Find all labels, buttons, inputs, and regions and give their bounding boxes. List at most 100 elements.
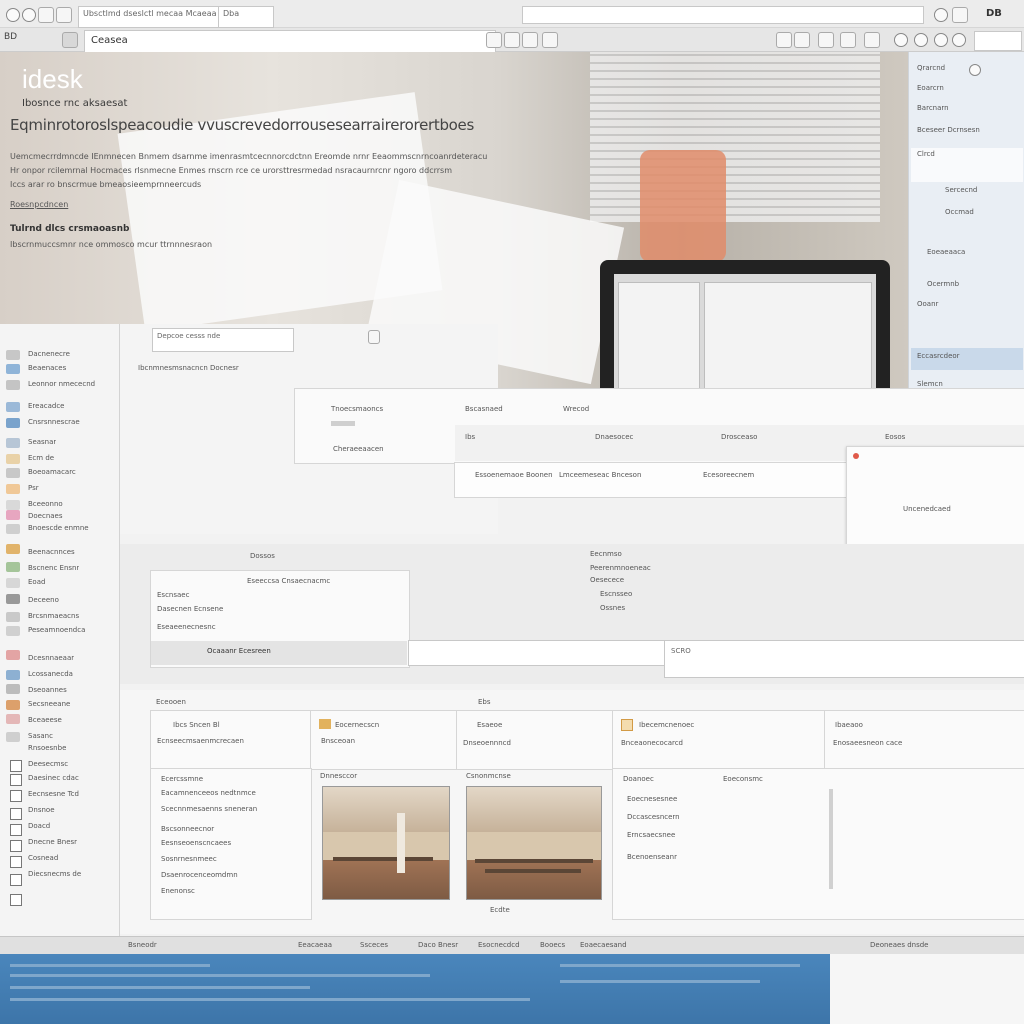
right-item[interactable]: Ooanr (917, 300, 938, 308)
star-icon[interactable] (818, 32, 834, 48)
form-field[interactable]: Eseeccsa Cnsaecnacmc (247, 577, 330, 585)
sidebar-item[interactable]: Secsneeane (28, 700, 70, 710)
print-icon[interactable] (542, 32, 558, 48)
list-item[interactable]: Eesnseoenscncaees (161, 839, 231, 847)
sidebar-item[interactable]: Deceeno (28, 596, 59, 606)
details-item[interactable]: Eoeconsmc (723, 775, 763, 783)
sidebar-item[interactable]: Bnoescde enmne (28, 524, 89, 534)
help-icon[interactable] (952, 33, 966, 47)
url-bar[interactable] (522, 6, 924, 24)
sidebar-item[interactable]: Dnecne Bnesr (28, 838, 77, 848)
status-item[interactable]: Daco Bnesr (418, 941, 458, 949)
right-item[interactable]: Bceseer Dcrnsesn (917, 126, 980, 134)
form-right-item[interactable]: Ossnes (600, 604, 625, 612)
gallery-card[interactable]: Esaeoe Dnseoennncd (456, 710, 614, 770)
right-item[interactable]: Eoeaeaaca (927, 248, 965, 256)
sidebar-item[interactable]: Psr (28, 484, 39, 494)
form-field[interactable]: Escnsaec (157, 591, 189, 599)
checkbox[interactable] (10, 808, 22, 820)
sidebar-item[interactable]: Bceeonno (28, 500, 63, 510)
checkbox[interactable] (10, 774, 22, 786)
right-item[interactable]: Ocermnb (927, 280, 959, 288)
table-header[interactable]: Wrecod (563, 405, 589, 413)
sidebar-item[interactable]: Eecnsesne Tcd (28, 790, 79, 800)
extension-icon[interactable] (952, 7, 968, 23)
sidebar-item[interactable]: Bceaeese (28, 716, 62, 726)
office-photo-2[interactable] (466, 786, 602, 900)
form-field[interactable]: Eseaeenecnesnc (157, 623, 216, 631)
status-item[interactable]: Booecs (540, 941, 565, 949)
sync-icon[interactable] (914, 33, 928, 47)
sidebar-item[interactable]: Cosnead (28, 854, 58, 864)
menu-icon[interactable] (62, 32, 78, 48)
list-item[interactable]: Dsaenrocenceomdmn (161, 871, 238, 879)
sidebar-item[interactable]: Leonnor nmececnd (28, 380, 95, 390)
form-input[interactable] (408, 640, 666, 666)
list-item[interactable]: Bscsonneecnor (161, 825, 214, 833)
details-item[interactable]: Dccascesncern (627, 813, 680, 821)
sidebar-item[interactable]: Lcossanecda (28, 670, 73, 680)
settings-icon[interactable] (934, 8, 948, 22)
list-item[interactable]: Enenonsc (161, 887, 195, 895)
office-photo-1[interactable] (322, 786, 450, 900)
list-item[interactable]: Ecercssmne (161, 775, 203, 783)
details-item[interactable]: Erncsaecsnee (627, 831, 675, 839)
filter-icon[interactable] (368, 330, 380, 344)
checkbox[interactable] (10, 874, 22, 886)
list-item[interactable]: Scecnnmesaenns sneneran (161, 805, 257, 813)
right-item[interactable]: Slemcn (917, 380, 943, 388)
checkbox[interactable] (10, 856, 22, 868)
back-icon[interactable] (6, 8, 20, 22)
form-value-input[interactable]: SCRO (664, 640, 1024, 678)
browser-tab-2[interactable]: Dba (218, 6, 274, 28)
sidebar-item[interactable]: Daesinec cdac (28, 774, 79, 784)
sidebar-item[interactable]: Diecsnecms de (28, 870, 81, 880)
notification-icon[interactable] (934, 33, 948, 47)
reload-icon[interactable] (56, 7, 72, 23)
right-item[interactable]: Clrcd (917, 150, 935, 158)
gallery-card[interactable]: Ibecemcnenoec Bnceaonecocarcd (612, 710, 826, 770)
sidebar-item[interactable]: Beenacnnces (28, 548, 75, 558)
download-icon[interactable] (522, 32, 538, 48)
sidebar-item[interactable]: Dcesnnaeaar (28, 654, 74, 664)
sidebar-item[interactable]: Cnsrsnnescrae (28, 418, 80, 428)
form-right-item[interactable]: Oesecece (590, 576, 624, 584)
right-item[interactable]: Eoarcrn (917, 84, 944, 92)
status-item[interactable]: Bsneodr (128, 941, 157, 949)
table-header[interactable]: Tnoecsmaoncs (331, 405, 383, 413)
sidebar-item[interactable]: Beaenaces (28, 364, 66, 374)
account-icon[interactable] (894, 33, 908, 47)
gallery-card[interactable]: Ibaeaoo Enosaeesneon cace (824, 710, 1024, 770)
right-item[interactable]: Sercecnd (945, 186, 977, 194)
right-item[interactable]: Eccasrcdeor (917, 352, 960, 360)
table-row[interactable]: Essoenemaoe Boonen Lmceemeseac Bnceson E… (454, 462, 848, 498)
search-input[interactable]: Depcoe cesss nde (152, 328, 294, 352)
details-item[interactable]: Eoecnesesnee (627, 795, 677, 803)
checkbox[interactable] (10, 824, 22, 836)
sidebar-item[interactable]: Dnsnoe (28, 806, 55, 816)
sidebar-item[interactable]: Bscnenc Ensnr (28, 564, 79, 574)
gallery-card[interactable]: Eocernecscn Bnsceoan (310, 710, 458, 770)
close-icon[interactable] (853, 453, 859, 459)
home-icon[interactable] (38, 7, 54, 23)
sidebar-item[interactable]: Eoad (28, 578, 45, 588)
sidebar-item[interactable]: Dseoannes (28, 686, 67, 696)
sidebar-item[interactable]: Brcsnmaeacns (28, 612, 79, 622)
search-mini-input[interactable] (974, 31, 1022, 51)
profile-label[interactable]: DB (986, 8, 1002, 19)
status-item[interactable]: Eeacaeaa (298, 941, 332, 949)
form-right-item[interactable]: Escnsseo (600, 590, 632, 598)
right-item[interactable]: Barcnarn (917, 104, 949, 112)
gallery-card[interactable]: Ibcs Sncen Bl Ecnseecmsaenmcrecaen (150, 710, 312, 770)
sidebar-item[interactable]: Peseamnoendca (28, 626, 85, 636)
history-icon[interactable] (840, 32, 856, 48)
status-item[interactable]: Ssceces (360, 941, 388, 949)
right-item[interactable]: Occmad (945, 208, 974, 216)
sidebar-item[interactable]: Seasnar (28, 438, 56, 448)
sidebar-item[interactable]: Sasanc (28, 732, 53, 742)
sidebar-item[interactable]: Ecm de (28, 454, 54, 464)
hero-link[interactable]: Roesnpcdncen (10, 200, 68, 209)
tabs-icon[interactable] (864, 32, 880, 48)
list-item[interactable]: Eacamnenceeos nedtnmce (161, 789, 256, 797)
sidebar-item[interactable]: Doecnaes (28, 512, 63, 522)
